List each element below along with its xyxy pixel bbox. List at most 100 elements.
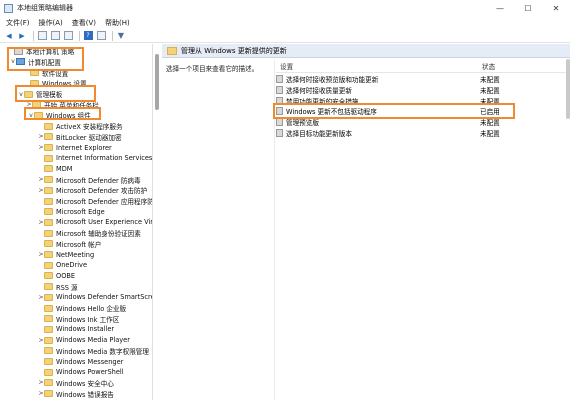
tree-item[interactable]: 软件设置	[24, 67, 68, 78]
folder-icon	[44, 197, 53, 205]
tree-item-label: MDM	[56, 164, 73, 173]
tree-item[interactable]: > Windows Defender SmartScre	[38, 292, 152, 303]
folder-icon	[44, 336, 53, 344]
policy-setting-icon	[276, 75, 283, 84]
tree-item[interactable]: Windows Media 数字权限管理	[38, 346, 149, 357]
tree-item[interactable]: > BitLocker 驱动器加密	[38, 132, 122, 143]
policy-row[interactable]: 禁用功能更新的安全措施 未配置	[276, 95, 570, 106]
export-list-button[interactable]	[63, 31, 73, 41]
tree-item-label: Windows Defender SmartScre	[56, 293, 152, 302]
tree-item[interactable]: > Internet Explorer	[38, 142, 111, 153]
back-arrow-icon: ◀	[6, 31, 12, 40]
policy-name: 管理预览版	[286, 119, 319, 128]
tree-item[interactable]: Microsoft 辅助身份验证因素	[38, 228, 141, 239]
folder-icon	[44, 358, 53, 366]
policy-row[interactable]: 选择何时接收质量更新 未配置	[276, 85, 570, 96]
tree-item-label: 管理模板	[36, 91, 63, 100]
tree-item[interactable]: Internet Information Services	[38, 153, 152, 164]
tree-item[interactable]: > NetMeeting	[38, 249, 94, 260]
folder-icon	[24, 90, 33, 98]
folder-icon	[44, 251, 53, 259]
policy-state: 未配置	[480, 76, 500, 85]
tree-item[interactable]: > Windows 安全中心	[38, 378, 114, 389]
tree-item-label: Internet Information Services	[56, 154, 152, 163]
list-view-button[interactable]	[50, 31, 60, 41]
tree-item-label: Windows Installer	[56, 325, 115, 334]
column-header-setting[interactable]: 设置	[280, 61, 293, 71]
tree-item[interactable]: > 开始 菜单和任务栏	[26, 100, 99, 111]
tree-item[interactable]: OOBE	[38, 271, 75, 282]
tree-item[interactable]: OneDrive	[38, 260, 87, 271]
tree-item-label: Windows 组件	[46, 112, 91, 121]
menu-action[interactable]: 操作(A)	[39, 18, 63, 28]
tree-item[interactable]: v 管理模板	[18, 89, 62, 100]
tree-item-label: Microsoft 辅助身份验证因素	[56, 230, 141, 239]
policy-name: 选择何时接收质量更新	[286, 86, 352, 95]
close-button[interactable]: ✕	[542, 0, 570, 16]
tree-item-label: 本地计算机 策略	[26, 48, 75, 57]
folder-icon	[44, 315, 53, 323]
policy-row[interactable]: Windows 更新不包括驱动程序 已启用	[276, 106, 570, 117]
folder-icon	[44, 133, 53, 141]
tree-item[interactable]: v 计算机配置	[10, 57, 61, 68]
menu-bar: 文件(F) 操作(A) 查看(V) 帮助(H)	[0, 16, 570, 29]
tree-item[interactable]: > Microsoft Defender 攻击防护	[38, 185, 147, 196]
tree-item[interactable]: Windows PowerShell	[38, 367, 124, 378]
minimize-icon: —	[496, 3, 504, 13]
tree-item-label: Microsoft User Experience Vir	[56, 218, 152, 227]
policy-state: 未配置	[480, 97, 500, 106]
policy-row[interactable]: 选择何时接收预览版和功能更新 未配置	[276, 74, 570, 85]
tree-item[interactable]: Microsoft 帐户	[38, 239, 101, 250]
tree-item[interactable]: Windows Installer	[38, 324, 114, 335]
tree-item[interactable]: > Microsoft Defender 防病毒	[38, 174, 141, 185]
close-icon: ✕	[552, 3, 560, 13]
forward-button[interactable]: ▶	[17, 31, 27, 41]
tree-item[interactable]: Windows Ink 工作区	[38, 314, 119, 325]
tree-scrollbar[interactable]	[155, 54, 159, 110]
tree-item[interactable]: > Windows Media Player	[38, 335, 129, 346]
console-tree: 本地计算机 策略 v 计算机配置 软件设置 Windows 设置 v 管理模板 > 开始 菜单和…	[0, 44, 152, 400]
column-header-state[interactable]: 状态	[482, 61, 495, 71]
tree-item[interactable]: MDM	[38, 164, 72, 175]
details-pane: 管理从 Windows 更新提供的更新 选择一个项目来查看它的描述。 设置 状态…	[162, 44, 570, 400]
tree-item-label: Microsoft 帐户	[56, 240, 102, 249]
menu-file[interactable]: 文件(F)	[6, 18, 30, 28]
tree-item[interactable]: ActiveX 安装程序服务	[38, 121, 123, 132]
policy-setting-icon	[276, 85, 283, 94]
menu-view[interactable]: 查看(V)	[72, 18, 96, 28]
console-tree-icon	[37, 31, 47, 40]
folder-icon	[44, 283, 53, 291]
tree-item[interactable]: Microsoft Defender 应用程序防	[38, 196, 152, 207]
toolbar-separator	[79, 30, 80, 41]
back-button[interactable]: ◀	[4, 31, 14, 41]
tree-item[interactable]: 本地计算机 策略	[8, 46, 74, 57]
tree-item[interactable]: Windows Messenger	[38, 356, 123, 367]
minimize-button[interactable]: —	[486, 0, 514, 16]
tree-item[interactable]: Windows Hello 企业版	[38, 303, 126, 314]
folder-icon	[167, 46, 177, 55]
maximize-button[interactable]: ☐	[514, 0, 542, 16]
tree-item-label: Windows PowerShell	[56, 368, 124, 377]
tree-item[interactable]: RSS 源	[38, 281, 78, 292]
help-button[interactable]: ?	[83, 31, 93, 41]
tree-item[interactable]: > Microsoft User Experience Vir	[38, 217, 152, 228]
policy-icon	[14, 47, 23, 56]
folder-icon	[44, 229, 53, 237]
filter-button[interactable]: ▼	[116, 31, 126, 41]
tree-item[interactable]: v Windows 组件	[28, 110, 91, 121]
tree-item-label: 计算机配置	[28, 58, 61, 67]
properties-button[interactable]	[96, 31, 106, 41]
tree-item[interactable]: Microsoft Edge	[38, 207, 105, 218]
tree-item[interactable]: Windows 设置	[24, 78, 87, 89]
tree-item[interactable]: > Windows 错误报告	[38, 388, 114, 399]
details-scrollbar[interactable]	[566, 59, 570, 119]
menu-help[interactable]: 帮助(H)	[105, 18, 130, 28]
folder-icon	[30, 69, 39, 77]
folder-icon	[44, 261, 53, 269]
tree-item-label: Windows 设置	[42, 80, 87, 89]
toolbar-separator	[112, 30, 113, 41]
tree-item-label: Microsoft Edge	[56, 207, 105, 216]
policy-row[interactable]: 管理预览版 未配置	[276, 117, 570, 128]
policy-row[interactable]: 选择目标功能更新版本 未配置	[276, 128, 570, 139]
show-hide-tree-button[interactable]	[37, 31, 47, 41]
